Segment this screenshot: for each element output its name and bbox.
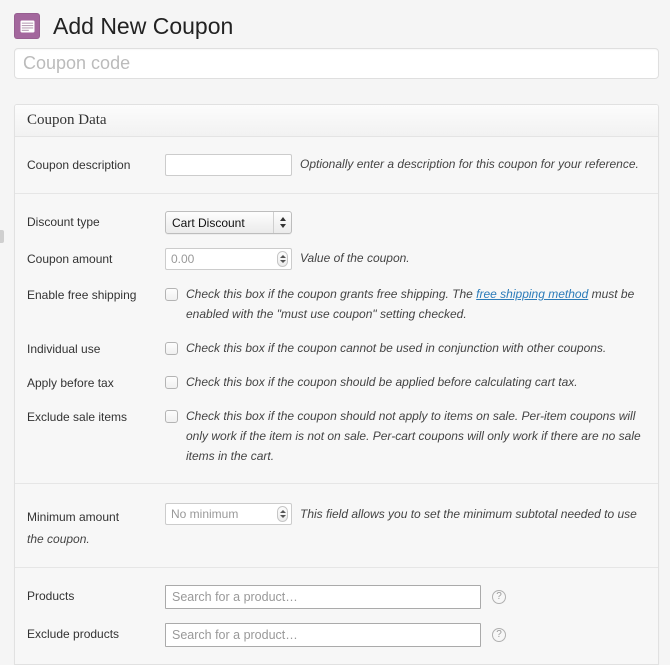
desc-free-shipping-before: Check this box if the coupon grants free… bbox=[186, 287, 477, 301]
label-discount-type: Discount type bbox=[27, 215, 100, 229]
label-enable-free-shipping: Enable free shipping bbox=[27, 288, 137, 302]
desc-individual-use: Check this box if the coupon cannot be u… bbox=[186, 341, 607, 355]
label-products: Products bbox=[27, 589, 75, 603]
section-usage-restriction: Minimum amount This field allows you to … bbox=[15, 484, 658, 568]
coupon-data-panel: Coupon Data Coupon description Optionall… bbox=[14, 104, 659, 665]
row-enable-free-shipping: Enable free shipping Check this box if t… bbox=[15, 277, 658, 331]
control-exclude-products: ? bbox=[165, 623, 646, 647]
coupon-amount-input[interactable] bbox=[165, 248, 292, 270]
control-enable-free-shipping: Check this box if the coupon grants free… bbox=[165, 284, 646, 324]
coupon-data-panel-header: Coupon Data bbox=[15, 105, 658, 137]
coupon-code-input[interactable] bbox=[14, 48, 659, 79]
section-discount: Discount type Cart Discount Coupon amoun… bbox=[15, 194, 658, 484]
control-apply-before-tax: Check this box if the coupon should be a… bbox=[165, 372, 646, 392]
discount-type-select[interactable]: Cart Discount bbox=[165, 211, 292, 234]
label-coupon-amount: Coupon amount bbox=[27, 252, 113, 266]
exclude-sale-items-checkbox[interactable] bbox=[165, 410, 178, 423]
row-products: Products ? bbox=[15, 578, 658, 616]
label-apply-before-tax: Apply before tax bbox=[27, 376, 114, 390]
row-apply-before-tax: Apply before tax Check this box if the c… bbox=[15, 365, 658, 399]
products-search-input[interactable] bbox=[165, 585, 481, 609]
section-products: Products ? Exclude products ? bbox=[15, 568, 658, 664]
label-coupon-description: Coupon description bbox=[27, 158, 131, 172]
apply-before-tax-checkbox[interactable] bbox=[165, 376, 178, 389]
help-icon[interactable]: ? bbox=[492, 628, 506, 642]
desc-enable-free-shipping: Check this box if the coupon grants free… bbox=[186, 284, 646, 324]
enable-free-shipping-checkbox[interactable] bbox=[165, 288, 178, 301]
control-discount-type: Cart Discount bbox=[165, 211, 646, 234]
row-discount-type: Discount type Cart Discount bbox=[15, 204, 658, 241]
page-title: Add New Coupon bbox=[53, 12, 234, 39]
free-shipping-method-link[interactable]: free shipping method bbox=[476, 287, 588, 301]
coupon-amount-stepper-icon[interactable] bbox=[277, 251, 288, 267]
control-coupon-description: Optionally enter a description for this … bbox=[165, 154, 646, 176]
coupon-amount-wrap bbox=[165, 248, 292, 270]
desc-exclude-sale-items: Check this box if the coupon should not … bbox=[186, 409, 641, 463]
coupon-ticket-icon bbox=[14, 13, 40, 39]
row-minimum-amount: Minimum amount This field allows you to … bbox=[15, 494, 658, 557]
individual-use-checkbox[interactable] bbox=[165, 342, 178, 355]
desc-apply-before-tax: Check this box if the coupon should be a… bbox=[186, 375, 578, 389]
panel-title: Coupon Data bbox=[27, 112, 107, 128]
row-exclude-products: Exclude products ? bbox=[15, 616, 658, 654]
minimum-amount-wrap bbox=[165, 503, 292, 525]
coupon-description-input[interactable] bbox=[165, 154, 292, 176]
label-individual-use: Individual use bbox=[27, 342, 101, 356]
control-coupon-amount: Value of the coupon. bbox=[165, 248, 646, 270]
label-minimum-amount: Minimum amount bbox=[27, 510, 120, 524]
scrollbar-artifact bbox=[0, 230, 4, 243]
row-coupon-amount: Coupon amount Value of the coupon. bbox=[15, 241, 658, 277]
coupon-data-panel-body: Coupon description Optionally enter a de… bbox=[15, 137, 658, 664]
coupon-code-field-wrap bbox=[0, 42, 670, 79]
row-exclude-sale-items: Exclude sale items Check this box if the… bbox=[15, 399, 658, 473]
minimum-amount-input[interactable] bbox=[165, 503, 292, 525]
control-minimum-amount bbox=[165, 503, 292, 525]
control-exclude-sale-items: Check this box if the coupon should not … bbox=[165, 406, 646, 466]
control-products: ? bbox=[165, 585, 646, 609]
desc-coupon-description: Optionally enter a description for this … bbox=[300, 157, 639, 171]
minimum-amount-stepper-icon[interactable] bbox=[277, 506, 288, 522]
page-header: Add New Coupon bbox=[0, 0, 670, 42]
control-individual-use: Check this box if the coupon cannot be u… bbox=[165, 338, 646, 358]
help-icon[interactable]: ? bbox=[492, 590, 506, 604]
label-exclude-sale-items: Exclude sale items bbox=[27, 410, 128, 424]
desc-coupon-amount: Value of the coupon. bbox=[300, 251, 410, 265]
row-coupon-description: Coupon description Optionally enter a de… bbox=[15, 147, 658, 183]
select-stepper-icon bbox=[273, 212, 291, 233]
row-individual-use: Individual use Check this box if the cou… bbox=[15, 331, 658, 365]
section-general: Coupon description Optionally enter a de… bbox=[15, 137, 658, 194]
label-exclude-products: Exclude products bbox=[27, 627, 120, 641]
exclude-products-search-input[interactable] bbox=[165, 623, 481, 647]
